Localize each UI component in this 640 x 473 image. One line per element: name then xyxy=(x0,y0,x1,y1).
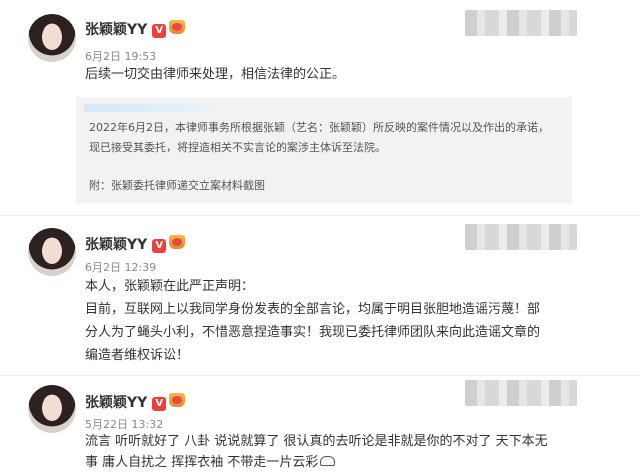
quote-line: 现已接受其委托，将捏造相关不实言论的案涉主体诉至法院。 xyxy=(89,141,386,154)
post-text-line: 事 庸人自扰之 挥挥衣袖 不带走一片云彩 xyxy=(85,453,336,473)
verified-badge-icon: V xyxy=(152,24,167,38)
verified-badge-icon: V xyxy=(152,239,167,253)
quoted-post[interactable]: 2022年6月2日，本律师事务所根据张颖（艺名：张颖颖）所反映的案件情况以及作出… xyxy=(76,97,572,203)
avatar[interactable] xyxy=(28,385,76,433)
author-name-text[interactable]: 张颖颖YY xyxy=(85,22,147,38)
post-text-line: 分人为了蝇头小利，不惜恶意捏造事实！我现已委托律师团队来向此造谣文章的 xyxy=(85,325,541,340)
blurred-quote-author xyxy=(84,104,212,112)
author-name[interactable]: 张颖颖YY V xyxy=(85,19,186,39)
author-name[interactable]: 张颖颖YY V xyxy=(85,392,186,412)
post-text-span: 事 庸人自扰之 挥挥衣袖 不带走一片云彩 xyxy=(85,455,319,470)
avatar[interactable] xyxy=(28,14,76,62)
vip-crown-icon xyxy=(169,20,186,34)
cloud-emoji-icon xyxy=(320,456,336,466)
vip-crown-icon xyxy=(169,235,186,249)
divider xyxy=(0,375,640,376)
post-text: 后续一切交由律师来处理，相信法律的公正。 xyxy=(85,67,346,82)
post-time[interactable]: 6月2日 12:39 xyxy=(85,259,156,275)
vip-crown-icon xyxy=(169,393,186,407)
quote-attachment[interactable]: 附：张颖委托律师递交立案材料截图 xyxy=(89,177,265,195)
author-name-text[interactable]: 张颖颖YY xyxy=(85,395,147,411)
author-name-text[interactable]: 张颖颖YY xyxy=(85,237,147,253)
post-text-line: 编造者维权诉讼！ xyxy=(85,348,190,363)
quote-line: 2022年6月2日，本律师事务所根据张颖（艺名：张颖颖）所反映的案件情况以及作出… xyxy=(89,121,549,134)
blurred-action-area xyxy=(465,10,577,36)
divider xyxy=(0,215,640,216)
blurred-action-area xyxy=(465,380,577,406)
post-time[interactable]: 6月2日 19:53 xyxy=(85,48,156,64)
verified-badge-icon: V xyxy=(152,397,167,411)
post-text-line: 本人，张颖颖在此严正声明： xyxy=(85,279,255,294)
author-name[interactable]: 张颖颖YY V xyxy=(85,234,186,254)
avatar[interactable] xyxy=(28,228,76,276)
post-text-line: 流言 听听就好了 八卦 说说就算了 很认真的去听论是非就是你的不对了 天下本无 xyxy=(85,434,548,449)
post-text-line: 目前，互联网上以我同学身份发表的全部言论，均属于明目张胆地造谣污蔑！部 xyxy=(85,302,541,317)
blurred-action-area xyxy=(465,224,577,250)
post-time[interactable]: 5月22日 13:32 xyxy=(85,416,163,432)
